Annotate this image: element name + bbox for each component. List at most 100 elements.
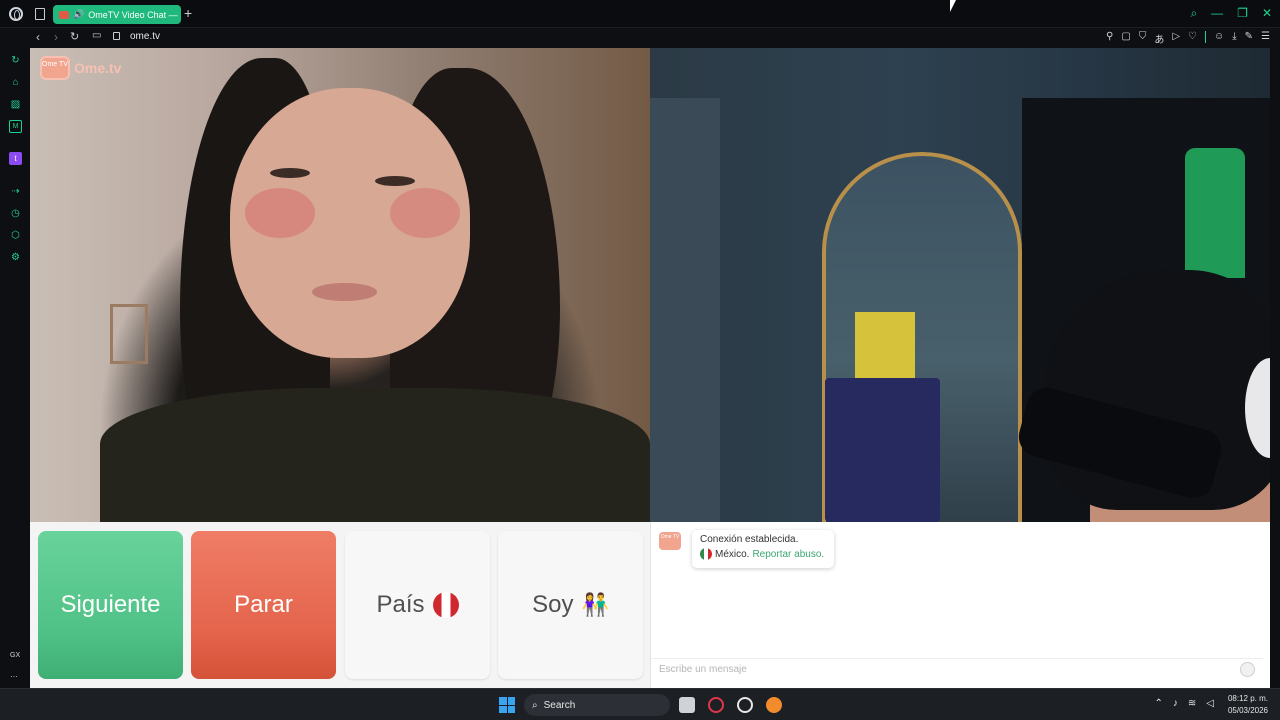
- video-eye-right: [375, 176, 415, 186]
- system-message: Conexión establecida. México. Reportar a…: [692, 530, 834, 568]
- browser-sidebar: ↻ ⌂ ▨ M t ⇢ ◷ ⬡ ⚙ GX …: [0, 48, 30, 688]
- file-explorer-icon[interactable]: [679, 697, 695, 713]
- restore-icon[interactable]: ❐: [1237, 6, 1248, 21]
- url-field[interactable]: ome.tv: [130, 31, 160, 42]
- search-icon: ⌕: [532, 699, 538, 711]
- video-lips: [312, 283, 377, 301]
- control-panel: Siguiente Parar País Soy 👫: [30, 522, 650, 688]
- twitch-icon[interactable]: t: [9, 152, 22, 165]
- player-icon[interactable]: ⇢: [9, 185, 22, 198]
- message-input-placeholder: Escribe un mensaje: [659, 664, 747, 675]
- snapshot-icon[interactable]: ▢: [1121, 31, 1130, 46]
- speaker-icon[interactable]: 🔊: [73, 9, 84, 20]
- ai-icon[interactable]: ✎: [1245, 31, 1253, 46]
- right-edge: [1270, 48, 1280, 688]
- translate-icon[interactable]: あ: [1154, 31, 1164, 46]
- message-input[interactable]: Escribe un mensaje: [651, 658, 1263, 680]
- search-icon[interactable]: ⌕: [1190, 6, 1197, 21]
- remote-video: Ome TV Ome.tv: [30, 48, 650, 522]
- reload-icon[interactable]: ↻: [70, 30, 79, 43]
- gx-control-icon[interactable]: ↻: [9, 54, 22, 67]
- video-poster: [855, 312, 915, 382]
- stop-button[interactable]: Parar: [191, 531, 336, 679]
- couple-icon: 👫: [581, 592, 609, 617]
- report-abuse-link[interactable]: Reportar abuso.: [752, 549, 824, 560]
- history-icon[interactable]: ◷: [9, 207, 22, 220]
- video-cheek-right: [390, 188, 460, 238]
- next-button-label: Siguiente: [60, 591, 161, 618]
- gx-store-icon[interactable]: GX: [10, 652, 20, 659]
- opera-gx-taskbar-icon[interactable]: [708, 697, 724, 713]
- browser-tab-bar: 🔊 OmeTV Video Chat — + ⌕ — ❐ ✕: [0, 0, 1280, 28]
- stop-button-label: Parar: [234, 591, 293, 618]
- more-icon[interactable]: …: [10, 670, 18, 679]
- video-chair: [825, 378, 940, 522]
- ometv-logo: Ome TV Ome.tv: [40, 56, 121, 80]
- heart-icon[interactable]: ♡: [1188, 31, 1197, 46]
- clock-date: 05/03/2026: [1227, 706, 1268, 715]
- emoji-icon[interactable]: [1240, 662, 1255, 677]
- toolbar-separator: [1205, 31, 1206, 43]
- chat-panel: Ome TV Conexión establecida. México. Rep…: [650, 522, 1270, 688]
- clock-time: 08:12 p. m.: [1227, 694, 1268, 703]
- country-button[interactable]: País: [345, 531, 490, 679]
- tab-ometv[interactable]: 🔊 OmeTV Video Chat —: [53, 5, 181, 24]
- vlc-taskbar-icon[interactable]: [766, 697, 782, 713]
- back-icon[interactable]: ‹: [36, 30, 40, 44]
- wifi-icon[interactable]: ≋: [1188, 698, 1196, 709]
- microphone-icon[interactable]: ♪: [1173, 698, 1178, 709]
- picture-frame: [110, 304, 148, 364]
- country-line: México. Reportar abuso.: [700, 548, 826, 560]
- app-taskbar-icon[interactable]: [737, 697, 753, 713]
- pin-icon[interactable]: ⚲: [1106, 31, 1113, 46]
- settings-gear-icon[interactable]: ⚙: [9, 251, 22, 264]
- logo-badge: Ome TV: [40, 56, 70, 80]
- gender-button[interactable]: Soy 👫: [498, 531, 643, 679]
- page-icon[interactable]: [35, 8, 45, 20]
- country-button-label: País: [376, 591, 425, 618]
- messenger-icon[interactable]: M: [9, 120, 22, 133]
- peru-flag-icon: [432, 592, 459, 618]
- windows-start-icon[interactable]: [499, 697, 515, 713]
- camera-icon[interactable]: ▭: [92, 30, 101, 41]
- forward-icon[interactable]: ›: [54, 30, 58, 44]
- ometv-favicon-icon: [59, 10, 69, 19]
- ometv-page: Ome TV Ome.tv Siguiente Parar País Soy 👫…: [30, 48, 1270, 688]
- toolbar-right: ⚲ ▢ ⛉ あ ▷ ♡ ☺ ⤓ ✎ ☰: [1106, 31, 1270, 46]
- gx-cleaner-icon[interactable]: ▨: [9, 98, 22, 111]
- connection-status: Conexión establecida.: [700, 534, 799, 545]
- download-icon[interactable]: ⤓: [1232, 31, 1236, 46]
- play-icon[interactable]: ▷: [1172, 31, 1180, 46]
- video-eye-left: [270, 168, 310, 178]
- gx-corner-icon[interactable]: ⌂: [9, 76, 22, 89]
- mouse-cursor-icon: [950, 0, 956, 12]
- minimize-icon[interactable]: —: [1211, 6, 1223, 21]
- system-tray: ⌃ ♪ ≋ ◁: [1155, 698, 1214, 709]
- country-name: México.: [715, 548, 750, 560]
- video-green-shirt: [1185, 148, 1245, 278]
- opera-gx-logo-icon[interactable]: [9, 7, 23, 21]
- tab-title: OmeTV Video Chat —: [88, 9, 178, 20]
- volume-icon[interactable]: ◁: [1206, 698, 1214, 709]
- video-shirt: [100, 388, 650, 522]
- video-door: [650, 98, 720, 522]
- taskbar-search-label: Search: [543, 699, 576, 711]
- windows-taskbar: ⌕ Search ⌃ ♪ ≋ ◁ 08:12 p. m. 05/03/2026: [0, 688, 1280, 720]
- logo-text: Ome.tv: [74, 60, 122, 76]
- lock-icon[interactable]: [113, 32, 120, 40]
- taskbar-clock[interactable]: 08:12 p. m. 05/03/2026: [1228, 693, 1268, 717]
- chevron-up-icon[interactable]: ⌃: [1155, 698, 1163, 709]
- video-cheek-left: [245, 188, 315, 238]
- local-video: [650, 48, 1270, 522]
- taskbar-search[interactable]: ⌕ Search: [524, 694, 670, 716]
- screen: 🔊 OmeTV Video Chat — + ⌕ — ❐ ✕ ‹ › ↻ ▭ o…: [0, 0, 1280, 720]
- mexico-flag-icon: [700, 548, 712, 560]
- window-controls: ⌕ — ❐ ✕: [1190, 6, 1272, 21]
- shield-icon[interactable]: ⛉: [1139, 31, 1147, 46]
- next-button[interactable]: Siguiente: [38, 531, 183, 679]
- extensions-icon[interactable]: ⬡: [9, 229, 22, 242]
- close-icon[interactable]: ✕: [1262, 6, 1272, 21]
- menu-icon[interactable]: ☰: [1261, 31, 1270, 46]
- new-tab-button[interactable]: +: [184, 6, 192, 20]
- profile-icon[interactable]: ☺: [1214, 31, 1224, 46]
